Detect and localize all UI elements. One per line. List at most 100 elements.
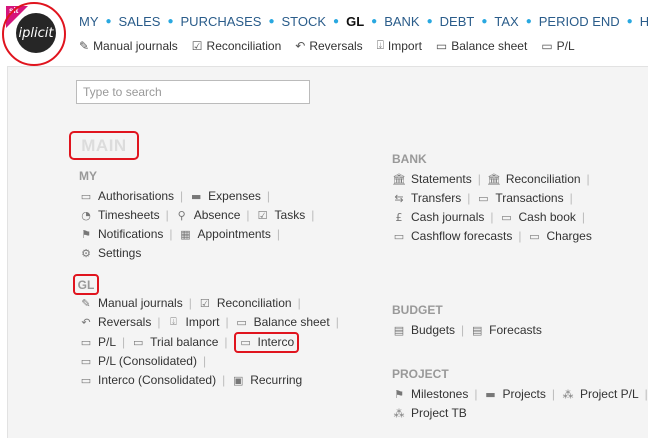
link-reversals[interactable]: ↶ Reversals [79, 315, 151, 329]
link-label: Notifications [98, 227, 164, 241]
book-icon: ▭ [132, 335, 144, 349]
folder-icon: ▬ [485, 387, 496, 401]
separator: | [222, 373, 226, 387]
link-label: Appointments [197, 227, 271, 241]
nav-sales[interactable]: SALES [119, 14, 161, 29]
link-trial-balance[interactable]: ▭ Trial balance [131, 335, 218, 349]
card-icon: ▬ [190, 189, 202, 203]
link-label: Transactions [495, 191, 564, 205]
book-icon: ▭ [80, 335, 92, 349]
link-import[interactable]: ⍗ Import [166, 315, 219, 329]
bank-row: £ Cash journals | ▭ Cash book | [392, 208, 591, 226]
gl-row: ▭ Interco (Consolidated) | ▣ Recurring [79, 371, 302, 389]
link-pl[interactable]: ▭ P/L [79, 335, 116, 349]
link-settings[interactable]: ⚙ Settings [79, 246, 141, 260]
link-interco[interactable]: ▭ Interco [233, 331, 300, 353]
subnav-pl[interactable]: ▭ P/L [541, 39, 574, 53]
separator: | [461, 323, 465, 337]
link-label: Manual journals [98, 296, 183, 310]
nav-separator: ● [268, 16, 275, 27]
link-interco-consolidated[interactable]: ▭ Interco (Consolidated) [79, 373, 216, 387]
person-icon: ⚲ [177, 208, 186, 222]
book-icon: ▭ [501, 210, 512, 224]
link-authorisations[interactable]: ▭ Authorisations [79, 189, 174, 203]
nav-separator: ● [167, 16, 174, 27]
nav-purchases[interactable]: PURCHASES [181, 14, 262, 29]
link-label: Forecasts [489, 323, 542, 337]
nav-stock[interactable]: STOCK [281, 14, 326, 29]
link-label: Budgets [411, 323, 456, 337]
journal-icon: ✎ [79, 38, 90, 53]
subnav-manual-journals[interactable]: ✎ Manual journals [79, 39, 178, 53]
link-projects[interactable]: ▬ Projects [483, 387, 546, 401]
separator: | [551, 387, 555, 401]
link-label: Statements [411, 172, 472, 186]
link-transactions[interactable]: ▭ Transactions [476, 191, 563, 205]
nav-my[interactable]: MY [79, 14, 99, 29]
link-project-tb[interactable]: ⁂ Project TB [392, 406, 467, 420]
link-reconciliation[interactable]: ☑ Reconciliation [198, 296, 292, 310]
link-statements[interactable]: 🏛 Statements [392, 172, 472, 186]
nav-separator: ● [481, 16, 488, 27]
link-project-pl[interactable]: ⁂ Project P/L [561, 387, 638, 401]
separator: | [169, 227, 173, 241]
link-label: Interco (Consolidated) [98, 373, 217, 387]
separator: | [474, 387, 478, 401]
subnav-reconciliation[interactable]: ☑ Reconciliation [192, 39, 281, 53]
book-icon: ▭ [541, 38, 553, 53]
nav-tax[interactable]: TAX [494, 14, 518, 29]
link-notifications[interactable]: ⚑ Notifications [79, 227, 163, 241]
link-label: P/L (Consolidated) [98, 354, 197, 368]
link-appointments[interactable]: ▦ Appointments [179, 227, 271, 241]
nav-gl[interactable]: GL [346, 14, 364, 29]
link-manual-journals[interactable]: ✎ Manual journals [79, 296, 183, 310]
link-forecasts[interactable]: ▤ Forecasts [470, 323, 542, 337]
link-bank-reconciliation[interactable]: 🏛 Reconciliation [487, 172, 581, 186]
link-recurring[interactable]: ▣ Recurring [231, 373, 302, 387]
link-label: Trial balance [150, 335, 219, 349]
nav-bank[interactable]: BANK [384, 14, 419, 29]
link-absence[interactable]: ⚲ Absence [175, 208, 241, 222]
link-label: Charges [546, 229, 592, 243]
book-icon: ▭ [529, 229, 540, 243]
subnav-reversals[interactable]: ↶ Reversals [295, 39, 362, 53]
document-icon: ▤ [471, 323, 483, 337]
chat-icon: ▭ [80, 189, 92, 203]
link-tasks[interactable]: ☑ Tasks [256, 208, 306, 222]
nav-hr[interactable]: HR [640, 14, 648, 29]
pound-icon: £ [395, 210, 403, 224]
logo[interactable]: iplicit sit [2, 2, 66, 66]
link-balance-sheet[interactable]: ▭ Balance sheet [235, 315, 329, 329]
link-label: Cash journals [411, 210, 485, 224]
bank-check-icon: 🏛 [486, 172, 501, 186]
search-input[interactable] [76, 80, 310, 104]
separator: | [266, 189, 270, 203]
book-icon: ▭ [393, 229, 405, 243]
project-row: ⚑ Milestones | ▬ Projects | ⁂ Project P/L | [392, 385, 648, 403]
link-charges[interactable]: ▭ Charges [528, 229, 592, 243]
subnav-label: Reversals [309, 38, 363, 53]
subnav-label: Balance sheet [451, 38, 528, 53]
link-cash-journals[interactable]: £ Cash journals [392, 210, 485, 224]
subnav-balance-sheet[interactable]: ▭ Balance sheet [436, 39, 527, 53]
nav-period-end[interactable]: PERIOD END [539, 14, 620, 29]
link-cashflow-forecasts[interactable]: ▭ Cashflow forecasts [392, 229, 513, 243]
book-icon: ▭ [478, 191, 489, 205]
link-pl-consolidated[interactable]: ▭ P/L (Consolidated) [79, 354, 197, 368]
check-box-icon: ☑ [191, 38, 203, 53]
import-icon: ⍗ [170, 315, 177, 328]
link-timesheets[interactable]: ◔ Timesheets [79, 208, 159, 222]
gl-row: ↶ Reversals | ⍗ Import | ▭ Balance sheet | [79, 313, 345, 331]
link-label: Transfers [411, 191, 462, 205]
subnav-import[interactable]: ⍗ Import [377, 38, 422, 53]
link-transfers[interactable]: ⇆ Transfers [392, 191, 461, 205]
arrow-back-icon: ↶ [295, 38, 306, 53]
link-budgets[interactable]: ▤ Budgets [392, 323, 455, 337]
nav-debt[interactable]: DEBT [440, 14, 475, 29]
link-expenses[interactable]: ▬ Expenses [189, 189, 261, 203]
separator: | [180, 189, 184, 203]
link-milestones[interactable]: ⚑ Milestones [392, 387, 468, 401]
link-cash-book[interactable]: ▭ Cash book [500, 210, 576, 224]
section-title-bank: BANK [392, 152, 427, 166]
separator: | [246, 208, 250, 222]
